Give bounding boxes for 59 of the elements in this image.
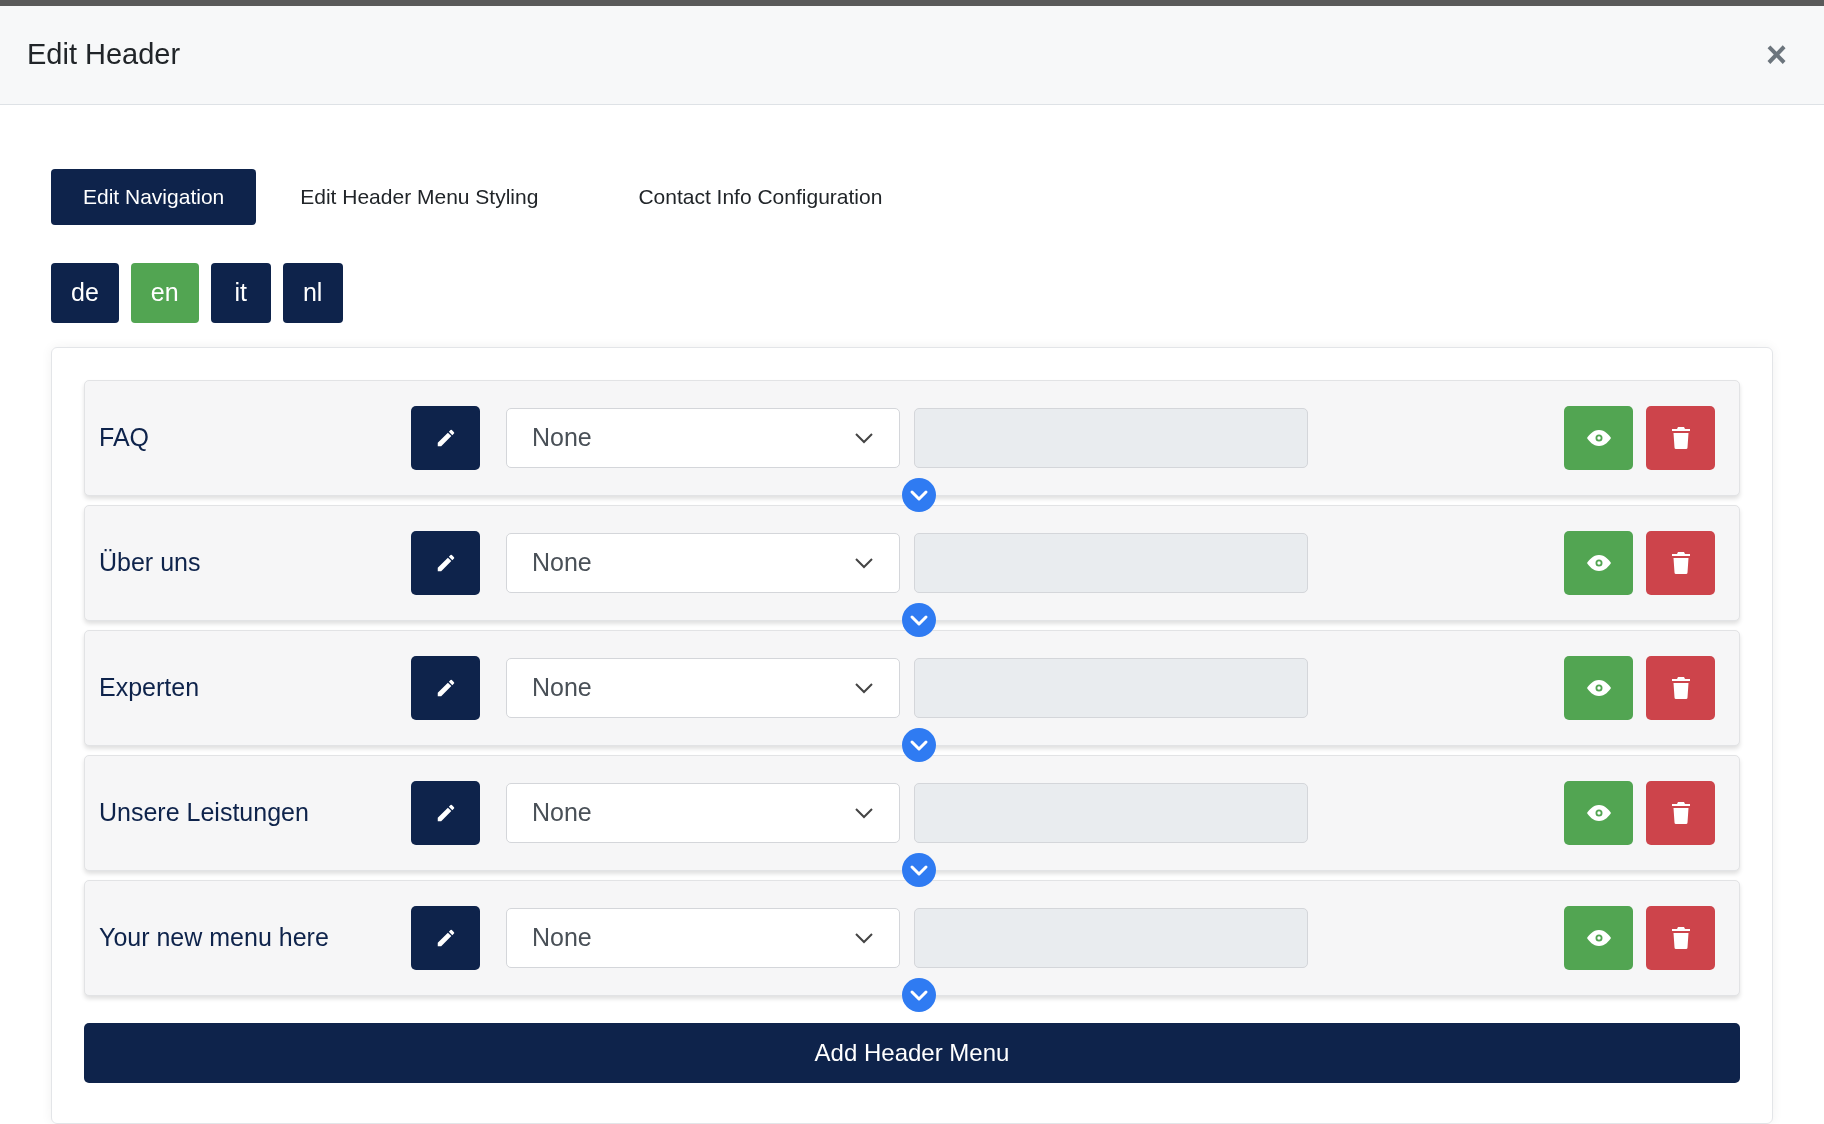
- link-input-field[interactable]: [914, 658, 1308, 718]
- expand-chevron-icon[interactable]: [902, 978, 936, 1012]
- delete-button[interactable]: [1646, 781, 1715, 845]
- tab[interactable]: Contact Info Configuration: [602, 169, 919, 225]
- tab[interactable]: Edit Navigation: [51, 169, 257, 225]
- chevron-down-icon: [854, 807, 874, 819]
- expand-chevron-icon[interactable]: [902, 478, 936, 512]
- link-type-select[interactable]: None: [506, 908, 900, 968]
- menu-name: Your new menu here: [99, 922, 330, 954]
- menu-name: Über uns: [99, 547, 202, 579]
- menu-name: FAQ: [99, 422, 150, 454]
- add-header-menu-button[interactable]: Add Header Menu: [84, 1023, 1740, 1083]
- expand-chevron-icon[interactable]: [902, 853, 936, 887]
- link-type-select[interactable]: None: [506, 408, 900, 468]
- tab[interactable]: Edit Header Menu Styling: [264, 169, 575, 225]
- link-type-select[interactable]: None: [506, 783, 900, 843]
- view-button[interactable]: [1564, 531, 1633, 595]
- trash-icon: [1671, 927, 1690, 949]
- language-button[interactable]: nl: [282, 263, 343, 323]
- eye-icon: [1586, 805, 1611, 821]
- expand-chevron-icon[interactable]: [902, 728, 936, 762]
- menu-name: Experten: [99, 672, 201, 704]
- delete-button[interactable]: [1646, 531, 1715, 595]
- view-button[interactable]: [1564, 906, 1633, 970]
- trash-icon: [1671, 677, 1690, 699]
- view-button[interactable]: [1564, 656, 1633, 720]
- eye-icon: [1586, 430, 1611, 446]
- chevron-down-icon: [854, 682, 874, 694]
- modal-title: Edit Header: [27, 37, 181, 73]
- close-button[interactable]: ×: [1765, 37, 1797, 73]
- menu-name: Unsere Leistungen: [99, 797, 310, 829]
- eye-icon: [1586, 680, 1611, 696]
- trash-icon: [1671, 802, 1690, 824]
- delete-button[interactable]: [1646, 406, 1715, 470]
- link-type-select[interactable]: None: [506, 658, 900, 718]
- delete-button[interactable]: [1646, 656, 1715, 720]
- trash-icon: [1671, 552, 1690, 574]
- chevron-down-icon: [854, 557, 874, 569]
- trash-icon: [1671, 427, 1690, 449]
- edit-button[interactable]: [411, 781, 480, 845]
- expand-chevron-icon[interactable]: [902, 603, 936, 637]
- link-input-field[interactable]: [914, 783, 1308, 843]
- edit-button[interactable]: [411, 406, 480, 470]
- edit-button[interactable]: [411, 906, 480, 970]
- delete-button[interactable]: [1646, 906, 1715, 970]
- language-button[interactable]: it: [210, 263, 271, 323]
- chevron-down-icon: [854, 932, 874, 944]
- edit-button[interactable]: [411, 656, 480, 720]
- link-type-select[interactable]: None: [506, 533, 900, 593]
- link-input-field[interactable]: [914, 408, 1308, 468]
- link-input-field[interactable]: [914, 908, 1308, 968]
- eye-icon: [1586, 930, 1611, 946]
- eye-icon: [1586, 555, 1611, 571]
- view-button[interactable]: [1564, 406, 1633, 470]
- chevron-down-icon: [854, 432, 874, 444]
- language-button[interactable]: de: [51, 263, 119, 323]
- edit-button[interactable]: [411, 531, 480, 595]
- view-button[interactable]: [1564, 781, 1633, 845]
- link-input-field[interactable]: [914, 533, 1308, 593]
